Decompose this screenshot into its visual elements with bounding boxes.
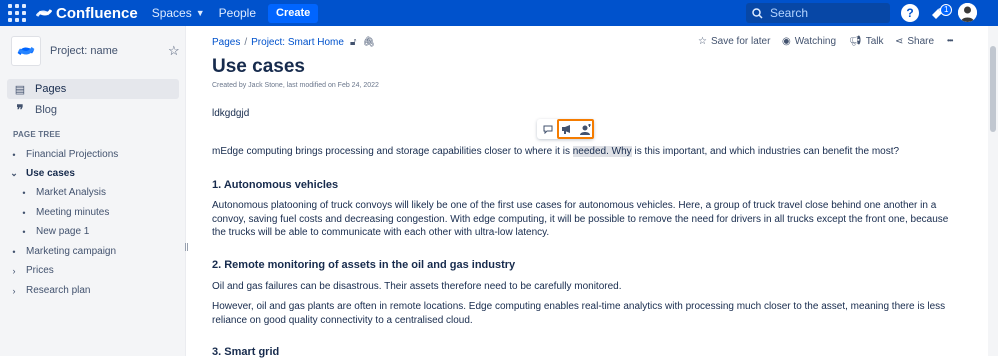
talk-label: Talk bbox=[865, 36, 884, 47]
space-header[interactable]: Project: name bbox=[11, 36, 118, 66]
tree-item-label: Prices bbox=[26, 265, 54, 276]
page-title: Use cases bbox=[212, 56, 305, 77]
chevron-down-icon[interactable]: ⌄ bbox=[10, 168, 18, 179]
sidebar-item-label: Pages bbox=[35, 83, 67, 95]
search-icon bbox=[752, 7, 763, 19]
spaces-menu[interactable]: Spaces ▼ bbox=[152, 6, 205, 20]
create-button[interactable]: Create bbox=[268, 3, 319, 23]
tree-item-label: Market Analysis bbox=[36, 187, 107, 198]
breadcrumb-separator: / bbox=[244, 37, 248, 48]
breadcrumb-pages[interactable]: Pages bbox=[212, 37, 240, 48]
restrictions-icon[interactable]: 🔓︎ bbox=[350, 37, 356, 48]
search-placeholder: Search bbox=[770, 6, 809, 20]
paragraph: ldkgdgjd bbox=[212, 108, 250, 119]
paragraph: However, oil and gas plants are often in… bbox=[212, 301, 946, 326]
paragraph: Autonomous platooning of truck convoys w… bbox=[212, 200, 949, 238]
star-icon: ☆ bbox=[698, 36, 707, 47]
save-for-later-label: Save for later bbox=[710, 36, 771, 47]
tree-item-label: New page 1 bbox=[36, 226, 90, 237]
share-icon: ⋖ bbox=[895, 36, 904, 47]
page-byline: Created by Jack Stone, last modified on … bbox=[212, 82, 379, 89]
star-icon[interactable]: ☆ bbox=[168, 43, 180, 59]
people-label: People bbox=[218, 6, 257, 20]
breadcrumb: Pages / Project: Smart Home 🔓︎ 🖇︎ bbox=[212, 37, 375, 48]
sidebar-item-label: Blog bbox=[35, 104, 58, 116]
heading-autonomous-vehicles: 1. Autonomous vehicles bbox=[212, 179, 339, 191]
paragraph: Oil and gas failures can be disastrous. … bbox=[212, 281, 622, 292]
tree-item-financial-projections[interactable]: • Financial Projections bbox=[10, 149, 118, 160]
watching-label: Watching bbox=[794, 36, 837, 47]
page-tree-title: PAGE TREE bbox=[13, 130, 61, 139]
attachment-icon[interactable]: 🖇︎ bbox=[362, 37, 375, 48]
people-link[interactable]: People bbox=[219, 6, 256, 20]
sidebar-item-blog[interactable]: ❞ Blog bbox=[7, 100, 179, 120]
bullet-icon: • bbox=[22, 226, 26, 237]
intro-text: mEdge computing brings processing and st… bbox=[212, 146, 573, 157]
heading-remote-monitoring: 2. Remote monitoring of assets in the oi… bbox=[212, 259, 516, 271]
tree-item-label: Research plan bbox=[26, 285, 91, 296]
chevron-down-icon: ▼ bbox=[195, 8, 205, 18]
tree-item-use-cases[interactable]: ⌄ Use cases bbox=[10, 168, 75, 179]
app-switcher-icon[interactable] bbox=[8, 4, 26, 22]
tree-item-marketing-campaign[interactable]: • Marketing campaign bbox=[10, 246, 116, 257]
tree-item-research-plan[interactable]: › Research plan bbox=[10, 285, 91, 296]
tree-item-label: Marketing campaign bbox=[26, 246, 117, 257]
sidebar-item-pages[interactable]: ▤ Pages bbox=[7, 79, 179, 99]
confluence-logo-icon bbox=[36, 9, 52, 17]
space-name: Project: name bbox=[50, 45, 118, 57]
bullet-icon: • bbox=[22, 207, 26, 218]
bullet-icon: • bbox=[12, 149, 16, 160]
top-navigation: Confluence Spaces ▼ People Create Search… bbox=[0, 0, 998, 26]
tree-item-meeting-minutes[interactable]: • Meeting minutes bbox=[20, 207, 109, 218]
eye-icon: ◉ bbox=[782, 36, 791, 47]
quote-icon: ❞ bbox=[16, 102, 24, 117]
share-label: Share bbox=[907, 36, 935, 47]
watching-button[interactable]: ◉ Watching bbox=[782, 36, 836, 47]
toolbar-highlight-box bbox=[557, 119, 594, 139]
selected-text[interactable]: needed. Why bbox=[572, 146, 632, 157]
intro-text-end: is this important, and which industries … bbox=[631, 146, 900, 157]
intro-paragraph: mEdge computing brings processing and st… bbox=[212, 145, 899, 159]
tree-item-label: Use cases bbox=[26, 168, 75, 179]
breadcrumb-space[interactable]: Project: Smart Home bbox=[251, 37, 344, 48]
logo-text: Confluence bbox=[56, 4, 138, 22]
sidebar-resize-handle[interactable] bbox=[185, 243, 188, 251]
bullet-icon: • bbox=[22, 187, 26, 198]
tree-item-label: Meeting minutes bbox=[36, 207, 110, 218]
sidebar: Project: name ☆ ▤ Pages ❞ Blog PAGE TREE… bbox=[0, 26, 186, 356]
tree-item-new-page-1[interactable]: • New page 1 bbox=[20, 226, 89, 237]
save-for-later-button[interactable]: ☆ Save for later bbox=[698, 36, 770, 47]
comment-icon[interactable] bbox=[540, 121, 556, 137]
avatar[interactable] bbox=[958, 3, 977, 22]
confluence-logo[interactable]: Confluence bbox=[36, 5, 138, 22]
tree-item-label: Financial Projections bbox=[26, 149, 119, 160]
tree-item-market-analysis[interactable]: • Market Analysis bbox=[20, 187, 106, 198]
share-button[interactable]: ⋖ Share bbox=[895, 36, 934, 47]
spaces-label: Spaces bbox=[151, 6, 192, 20]
notification-badge: 1 bbox=[940, 4, 953, 16]
tree-item-prices[interactable]: › Prices bbox=[10, 265, 54, 276]
help-icon[interactable]: ? bbox=[901, 4, 919, 22]
talk-button[interactable]: 📢︎ Talk bbox=[849, 36, 884, 47]
search-input[interactable]: Search bbox=[746, 3, 890, 23]
megaphone-icon: 📢︎ bbox=[849, 36, 862, 47]
chevron-right-icon[interactable]: › bbox=[10, 286, 18, 296]
space-logo-icon bbox=[11, 36, 41, 66]
heading-smart-grid: 3. Smart grid bbox=[212, 346, 280, 358]
bullet-icon: • bbox=[12, 246, 16, 257]
scrollbar-thumb[interactable] bbox=[990, 46, 996, 132]
chevron-right-icon[interactable]: › bbox=[10, 266, 18, 276]
pages-icon: ▤ bbox=[14, 83, 26, 96]
more-actions-icon[interactable]: ••• bbox=[947, 36, 953, 45]
